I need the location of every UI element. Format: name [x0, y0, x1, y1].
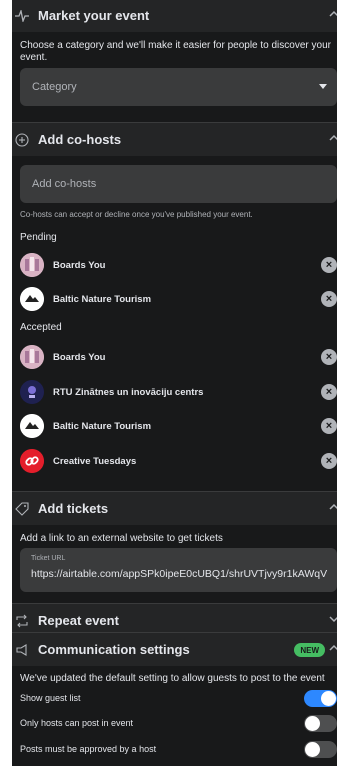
accepted-cohost-row: Creative Tuesdays × — [20, 446, 337, 476]
cohost-hint: Co-hosts can accept or decline once you'… — [20, 210, 253, 219]
pending-label: Pending — [20, 232, 57, 243]
megaphone-icon — [14, 642, 30, 658]
ticket-url-value: https://airtable.com/appSPk0ipeE0cUBQ1/s… — [31, 568, 328, 580]
dropdown-caret-icon — [319, 84, 327, 89]
cohost-name: RTU Zinātnes un inovāciju centrs — [53, 386, 204, 398]
chevron-up-icon[interactable] — [329, 133, 337, 143]
baltic-nature-avatar — [20, 414, 44, 438]
setting-label: Show guest list — [20, 693, 81, 703]
repeat-section-title: Repeat event — [38, 613, 119, 628]
posts-approval-toggle[interactable] — [304, 741, 337, 758]
cohost-name: Creative Tuesdays — [53, 455, 137, 467]
pending-cohost-row: Boards You × — [20, 250, 337, 280]
remove-cohost-button[interactable]: × — [321, 349, 337, 365]
market-section-header[interactable]: Market your event — [12, 0, 337, 32]
tickets-description: Add a link to an external website to get… — [20, 533, 223, 544]
cohost-placeholder: Add co-hosts — [32, 178, 97, 190]
communication-section-header[interactable]: Communication settings NEW — [12, 632, 337, 666]
cohost-name: Baltic Nature Tourism — [53, 420, 152, 432]
baltic-nature-avatar — [20, 287, 44, 311]
ticket-url-label: Ticket URL — [31, 555, 66, 562]
remove-cohost-button[interactable]: × — [321, 384, 337, 400]
tickets-section-header[interactable]: Add tickets — [12, 491, 337, 525]
chevron-up-icon[interactable] — [329, 643, 337, 653]
remove-cohost-button[interactable]: × — [321, 291, 337, 307]
setting-label: Posts must be approved by a host — [20, 744, 157, 754]
boards-you-avatar — [20, 345, 44, 369]
market-section-title: Market your event — [38, 8, 150, 23]
show-guest-list-toggle[interactable] — [304, 690, 337, 707]
posts-approval-setting: Posts must be approved by a host — [20, 739, 337, 759]
communication-description: We've updated the default setting to all… — [20, 673, 325, 684]
plus-circle-icon — [14, 132, 30, 148]
creative-tuesdays-avatar — [20, 449, 44, 473]
accepted-cohost-row: Boards You × — [20, 342, 337, 372]
cohosts-section-title: Add co-hosts — [38, 132, 122, 147]
hosts-only-post-setting: Only hosts can post in event — [20, 713, 337, 733]
chevron-down-icon[interactable] — [329, 614, 337, 624]
ticket-url-input[interactable]: Ticket URL https://airtable.com/appSPk0i… — [20, 548, 337, 592]
tag-icon — [14, 501, 30, 517]
market-description: Choose a category and we'll make it easi… — [20, 40, 331, 63]
cohost-name: Boards You — [53, 259, 106, 271]
cohost-input[interactable]: Add co-hosts — [20, 165, 337, 203]
event-settings-panel: Market your event Choose a category and … — [12, 0, 337, 766]
show-guest-list-setting: Show guest list — [20, 688, 337, 708]
accepted-cohost-row: Baltic Nature Tourism × — [20, 411, 337, 441]
chevron-up-icon[interactable] — [329, 9, 337, 19]
accepted-cohost-row: RTU Zinātnes un inovāciju centrs × — [20, 377, 337, 407]
cohost-name: Boards You — [53, 351, 106, 363]
new-badge: NEW — [294, 643, 325, 657]
category-placeholder: Category — [32, 81, 77, 93]
pulse-icon — [14, 8, 30, 24]
tickets-section-title: Add tickets — [38, 501, 109, 516]
hosts-only-post-toggle[interactable] — [304, 715, 337, 732]
accepted-label: Accepted — [20, 322, 62, 333]
repeat-icon — [14, 613, 30, 629]
category-select[interactable]: Category — [20, 68, 337, 106]
rtu-avatar — [20, 380, 44, 404]
remove-cohost-button[interactable]: × — [321, 453, 337, 469]
remove-cohost-button[interactable]: × — [321, 257, 337, 273]
chevron-up-icon[interactable] — [329, 502, 337, 512]
cohost-name: Baltic Nature Tourism — [53, 293, 152, 305]
cohosts-section-header[interactable]: Add co-hosts — [12, 122, 337, 156]
remove-cohost-button[interactable]: × — [321, 418, 337, 434]
pending-cohost-row: Baltic Nature Tourism × — [20, 284, 337, 314]
setting-label: Only hosts can post in event — [20, 718, 134, 728]
boards-you-avatar — [20, 253, 44, 277]
communication-section-title: Communication settings — [38, 642, 190, 657]
